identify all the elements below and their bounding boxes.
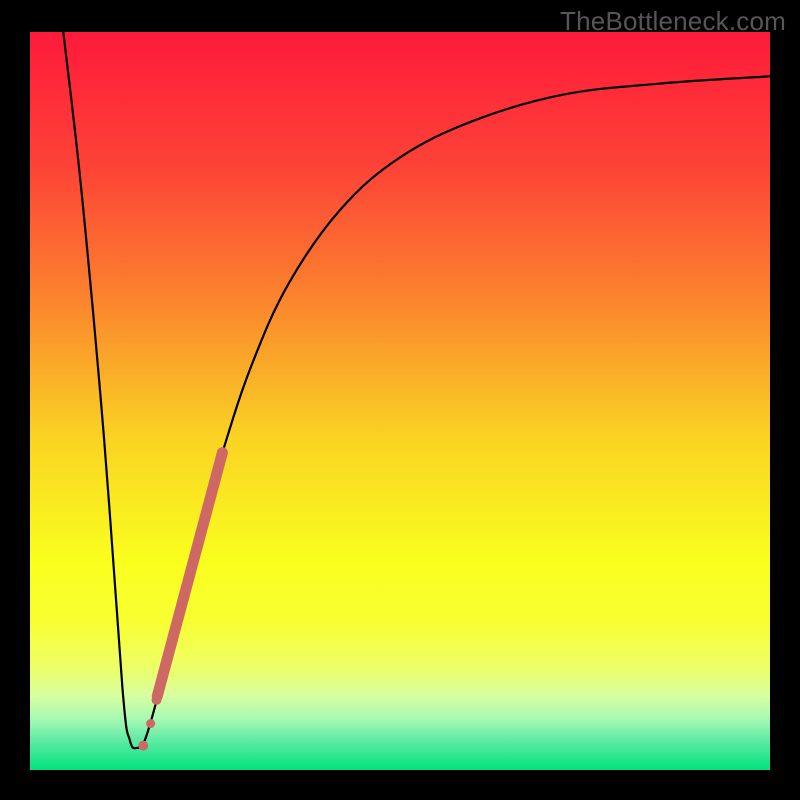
- plot-area: [30, 32, 770, 770]
- watermark-text: TheBottleneck.com: [560, 6, 786, 37]
- plot-svg: [30, 32, 770, 770]
- highlight-dot: [138, 741, 148, 751]
- gradient-background: [30, 32, 770, 770]
- highlight-dot: [146, 719, 155, 728]
- highlight-dot: [152, 695, 162, 705]
- chart-frame: TheBottleneck.com: [0, 0, 800, 800]
